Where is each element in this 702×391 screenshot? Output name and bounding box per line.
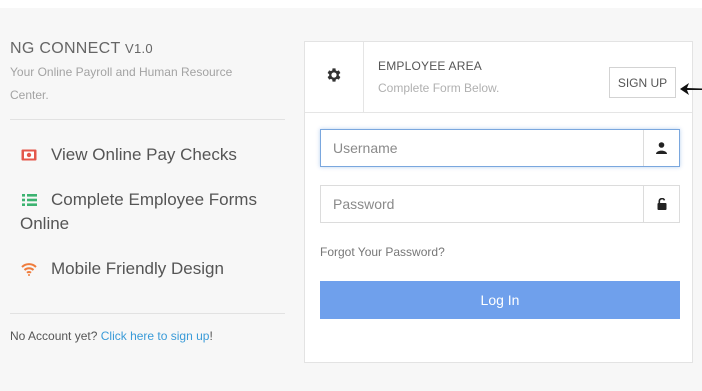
list-icon [20,188,38,212]
wifi-icon [20,257,38,281]
app-subtitle: Your Online Payroll and Human Resource C… [10,65,233,102]
app-title: NG CONNECT V1.0 [10,40,286,58]
username-field[interactable] [320,129,680,167]
feature-employee-forms: Complete Employee Forms Online [20,188,282,236]
password-input[interactable] [321,186,643,222]
divider-top [10,119,285,120]
feature-mobile: Mobile Friendly Design [20,257,282,281]
intro-section: NG CONNECT V1.0 Your Online Payroll and … [10,40,286,107]
panel-subtitle: Complete Form Below. [378,81,500,95]
money-icon [20,143,38,167]
username-input[interactable] [321,130,643,166]
top-strip [0,0,702,8]
feature-label: Complete Employee Forms Online [20,190,257,233]
no-account-text: No Account yet? Click here to sign up! [10,329,213,343]
app-title-text: NG CONNECT [10,40,126,57]
feature-list: View Online Pay Checks Complete Employee… [20,143,282,302]
panel-title: EMPLOYEE AREA [378,59,482,73]
signup-link[interactable]: Click here to sign up [101,329,210,343]
forgot-password-link[interactable]: Forgot Your Password? [320,245,445,259]
user-icon [643,130,679,166]
gear-cell [305,42,364,112]
feature-label: View Online Pay Checks [51,145,237,164]
signup-button[interactable]: SIGN UP [609,67,676,98]
gear-icon [325,66,343,89]
feature-label: Mobile Friendly Design [51,259,224,278]
app-version: V1.0 [125,41,153,56]
panel-header: EMPLOYEE AREA Complete Form Below. SIGN … [305,42,692,113]
password-field[interactable] [320,185,680,223]
login-panel: EMPLOYEE AREA Complete Form Below. SIGN … [304,41,693,363]
unlock-icon [643,186,679,222]
no-account-label: No Account yet? [10,329,101,343]
login-button[interactable]: Log In [320,281,680,319]
no-account-excl: ! [209,329,213,343]
divider-bottom [10,313,285,314]
feature-pay-checks: View Online Pay Checks [20,143,282,167]
arrow-pointer-icon [680,83,702,95]
